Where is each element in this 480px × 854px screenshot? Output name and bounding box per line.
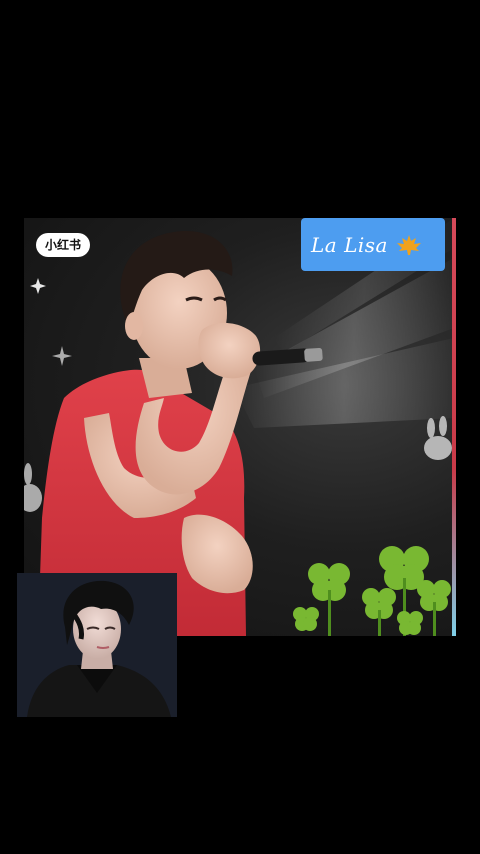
brand-tag: La Lisa	[301, 218, 445, 271]
ear	[125, 312, 143, 340]
sparkle-icon	[30, 278, 72, 366]
inset-photo	[17, 573, 177, 717]
video-screen[interactable]: 小红书 La Lisa	[0, 0, 480, 854]
bunny-icon	[24, 463, 42, 512]
brand-tag-label: La Lisa	[311, 232, 388, 257]
inset-portrait	[17, 573, 177, 717]
frame-edge-accent	[452, 218, 456, 636]
mic-hand	[198, 322, 261, 379]
watermark-badge: 小红书	[36, 233, 91, 257]
clover-icon	[293, 546, 451, 636]
bunny-icon	[424, 416, 452, 460]
maple-leaf-icon	[396, 234, 421, 255]
